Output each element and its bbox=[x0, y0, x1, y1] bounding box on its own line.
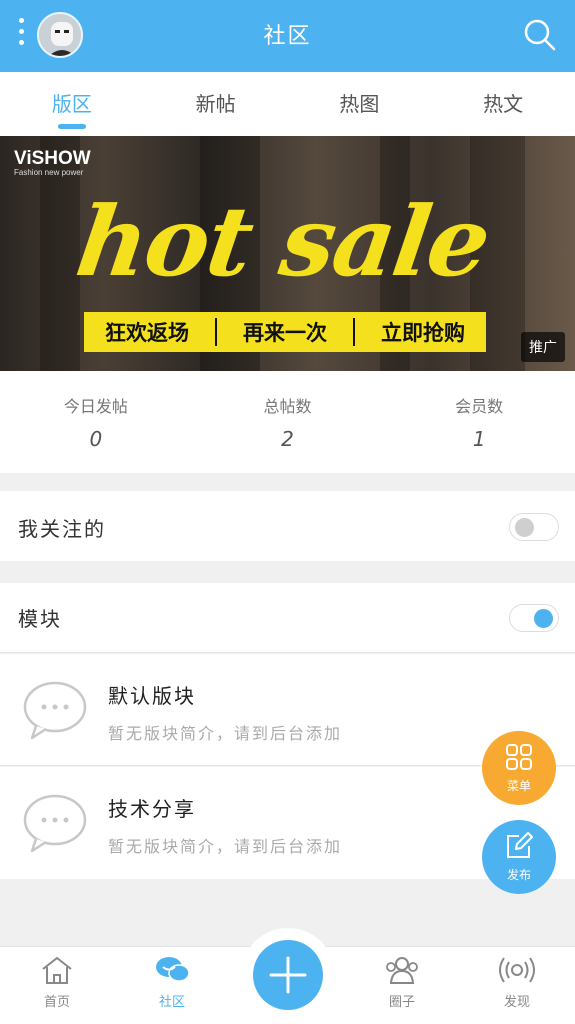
edit-icon bbox=[507, 832, 533, 858]
menu-fab-button[interactable]: 菜单 bbox=[482, 731, 556, 805]
tab-hot-articles[interactable]: 热文 bbox=[431, 72, 575, 136]
chat-bubble-icon bbox=[23, 794, 87, 853]
forum-name: 默认版块 bbox=[108, 684, 196, 708]
banner-slogan-bar: 狂欢返场 再来一次 立即抢购 bbox=[84, 312, 486, 352]
grid-icon bbox=[506, 744, 532, 770]
post-fab-label: 发布 bbox=[506, 868, 531, 882]
search-icon[interactable] bbox=[523, 18, 557, 52]
following-toggle[interactable] bbox=[509, 513, 559, 541]
forum-name: 技术分享 bbox=[108, 797, 196, 821]
promo-tag: 推广 bbox=[521, 332, 565, 362]
chat-bubble-icon bbox=[23, 681, 87, 740]
nav-community[interactable]: 社区 bbox=[132, 955, 212, 1010]
stat-members: 会员数 1 bbox=[455, 397, 504, 451]
tab-new-posts[interactable]: 新帖 bbox=[144, 72, 288, 136]
nav-circle[interactable]: 圈子 bbox=[362, 955, 442, 1010]
forum-description: 暂无版块简介，请到后台添加 bbox=[108, 724, 343, 743]
modules-toggle[interactable] bbox=[509, 604, 559, 632]
modules-row[interactable]: 模块 bbox=[0, 583, 575, 653]
modules-label: 模块 bbox=[18, 607, 62, 631]
banner-headline: hot sale bbox=[70, 185, 496, 298]
promo-banner[interactable]: ViSHOW Fashion new power hot sale 狂欢返场 再… bbox=[0, 136, 575, 371]
stat-today-posts: 今日发帖 0 bbox=[63, 397, 128, 451]
following-label: 我关注的 bbox=[18, 517, 106, 541]
tab-bar: 版区 新帖 热图 热文 bbox=[0, 72, 575, 136]
banner-logo: ViSHOW Fashion new power bbox=[14, 148, 91, 177]
following-row[interactable]: 我关注的 bbox=[0, 491, 575, 561]
tab-forum-zone[interactable]: 版区 bbox=[0, 72, 144, 136]
menu-fab-label: 菜单 bbox=[506, 779, 531, 793]
stat-total-posts: 总帖数 2 bbox=[263, 397, 312, 451]
community-chat-icon bbox=[156, 957, 190, 982]
radar-icon bbox=[499, 957, 535, 983]
forum-description: 暂无版块简介，请到后台添加 bbox=[108, 837, 343, 856]
stats-panel: 今日发帖 0 总帖数 2 会员数 1 bbox=[0, 371, 575, 473]
post-fab-button[interactable]: 发布 bbox=[482, 820, 556, 894]
group-icon bbox=[386, 957, 418, 984]
plus-icon bbox=[269, 956, 307, 994]
add-button[interactable] bbox=[253, 940, 323, 1010]
top-header: 社区 bbox=[0, 0, 575, 72]
page-title: 社区 bbox=[263, 24, 312, 49]
home-icon bbox=[42, 957, 72, 984]
tab-hot-images[interactable]: 热图 bbox=[288, 72, 432, 136]
nav-home[interactable]: 首页 bbox=[17, 955, 97, 1010]
nav-discover[interactable]: 发现 bbox=[477, 955, 557, 1010]
